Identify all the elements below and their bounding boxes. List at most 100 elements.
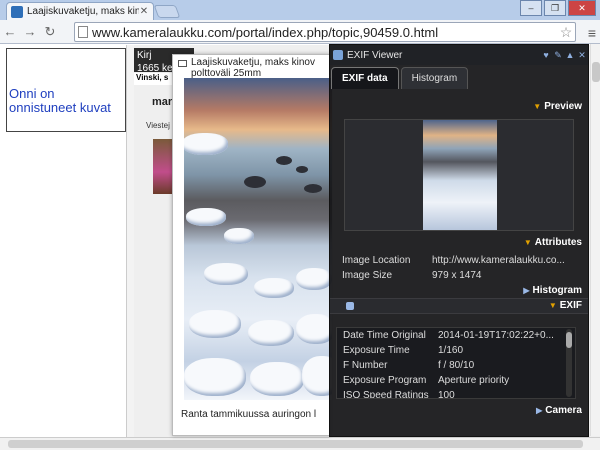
histogram-section-header[interactable]: ▶ Histogram (336, 285, 582, 299)
exif-data-list[interactable]: Date Time Original 2014-01-19T17:02:22+0.… (336, 327, 576, 399)
photo-snow-stone (186, 208, 226, 226)
exif-key: Date Time Original (343, 330, 426, 341)
exif-close-icon[interactable]: ✕ (576, 50, 588, 61)
attribute-key: Image Location (342, 255, 411, 266)
tab-title: Laajiskuvaketju, maks kinova (27, 6, 139, 17)
photo-snow-stone (250, 362, 304, 396)
attribute-row: Image Size 979 x 1474 (342, 270, 578, 281)
exif-title: EXIF Viewer (347, 49, 403, 61)
photo-snow-stone (204, 263, 248, 285)
exif-row: ISO Speed Ratings 100 (337, 388, 575, 399)
browser-titlebar: Laajiskuvaketju, maks kinova ✕ – ❐ ✕ (0, 0, 600, 20)
horizontal-scrollbar[interactable] (0, 437, 600, 450)
exif-section-title: ▼ EXIF (336, 300, 582, 314)
photo-snow-stone (254, 278, 294, 298)
poster-stats: Viestej (146, 121, 170, 130)
bookmark-star-icon[interactable]: ☆ (557, 24, 575, 41)
photo-rock (276, 156, 292, 165)
exif-viewer-panel: EXIF Viewer ♥ ✎ ▲ ✕ EXIF data Histogram … (329, 44, 589, 437)
window-close-button[interactable]: ✕ (568, 0, 596, 16)
exif-row: Date Time Original 2014-01-19T17:02:22+0.… (337, 328, 575, 343)
exif-value: 100 (438, 390, 455, 399)
photo-snow-stone (296, 314, 332, 344)
camera-label: Camera (545, 405, 582, 416)
histogram-label: Histogram (532, 285, 582, 296)
exif-value: 1/160 (438, 345, 464, 356)
warning-icon[interactable]: ▲ (564, 50, 576, 60)
tab-histogram[interactable]: Histogram (400, 67, 469, 89)
forward-arrow-icon[interactable]: → (20, 24, 40, 39)
site-favicon-icon (11, 5, 23, 18)
attribute-key: Image Size (342, 270, 393, 281)
preview-label: Preview (544, 101, 582, 112)
attribute-value[interactable]: http://www.kameralaukku.co... (432, 255, 578, 266)
lightbox-title: Laajiskuvaketju, maks kinov polttoväli 2… (191, 57, 315, 79)
winter-shore-photo[interactable] (184, 78, 332, 400)
exif-section-header[interactable]: ▼ EXIF (330, 298, 588, 314)
photo-snow-stone (189, 310, 241, 338)
exif-row: F Number f / 80/10 (337, 358, 575, 373)
photo-caption: Ranta tammikuussa auringon l (181, 409, 317, 420)
back-arrow-icon[interactable]: ← (0, 24, 20, 39)
ad-banner[interactable]: Onni on onnistuneet kuvat (6, 48, 126, 132)
exif-value: Aperture priority (438, 375, 510, 386)
expand-arrow-icon: ▶ (523, 286, 530, 295)
poster-name[interactable]: mar (152, 96, 172, 108)
exif-tab-strip: EXIF data Histogram (330, 65, 588, 89)
vertical-scrollbar[interactable] (590, 44, 600, 436)
tab-exif-data[interactable]: EXIF data (331, 67, 399, 89)
column-separator (126, 45, 134, 437)
exif-scroll-thumb[interactable] (566, 332, 572, 348)
photo-snow-stone (184, 133, 228, 155)
collapse-arrow-icon: ▼ (533, 102, 542, 111)
preview-section-header[interactable]: ▼ Preview (336, 101, 582, 115)
collapse-arrow-icon: ▼ (548, 301, 557, 310)
photo-snow-stone (296, 268, 332, 290)
minimize-button[interactable]: – (520, 0, 542, 16)
exif-key: F Number (343, 360, 388, 371)
reload-icon[interactable]: ↻ (40, 24, 60, 40)
exif-titlebar: EXIF Viewer ♥ ✎ ▲ ✕ (330, 45, 588, 65)
photo-snow-stone (302, 356, 332, 396)
expand-arrow-icon: ▶ (536, 406, 543, 415)
exif-key: Exposure Time (343, 345, 410, 356)
avatar[interactable] (153, 139, 173, 194)
exif-label: EXIF (559, 300, 582, 311)
photo-snow-stone (184, 358, 246, 396)
horizontal-scroll-thumb[interactable] (8, 440, 583, 448)
attributes-section-header[interactable]: ▼ Attributes (336, 237, 582, 251)
exif-value: f / 80/10 (438, 360, 475, 371)
exif-key: ISO Speed Ratings (343, 390, 429, 399)
address-bar[interactable]: www.kameralaukku.com/portal/index.php/to… (74, 22, 576, 42)
preview-thumbnail (423, 120, 497, 230)
window-icon (178, 60, 187, 67)
preview-box (344, 119, 574, 231)
banner-text: Onni on onnistuneet kuvat (9, 86, 111, 115)
camera-section-header[interactable]: ▶ Camera (336, 405, 582, 419)
photo-rock (244, 176, 266, 188)
page-icon (78, 26, 88, 38)
photo-rock (296, 166, 308, 173)
chrome-menu-icon[interactable]: ≡ (588, 25, 596, 41)
photo-snow-stone (248, 320, 294, 346)
wrench-icon[interactable]: ✎ (552, 50, 564, 61)
photo-rock (304, 184, 322, 193)
exif-list-scrollbar[interactable] (566, 329, 572, 397)
exif-app-icon (333, 50, 343, 60)
new-tab-button[interactable] (153, 5, 181, 18)
photo-snow-stone (224, 228, 254, 244)
vertical-scroll-thumb[interactable] (592, 62, 600, 82)
attributes-label: Attributes (534, 237, 582, 248)
browser-toolbar: ← → ↻ www.kameralaukku.com/portal/index.… (0, 20, 600, 44)
window-controls: – ❐ ✕ (518, 0, 596, 16)
browser-tab[interactable]: Laajiskuvaketju, maks kinova ✕ (6, 2, 154, 20)
maximize-button[interactable]: ❐ (544, 0, 566, 16)
attribute-value: 979 x 1474 (432, 270, 482, 281)
exif-value: 2014-01-19T17:02:22+0... (438, 330, 554, 341)
exif-row: Exposure Time 1/160 (337, 343, 575, 358)
url-text[interactable]: www.kameralaukku.com/portal/index.php/to… (92, 25, 557, 40)
attribute-row: Image Location http://www.kameralaukku.c… (342, 255, 578, 266)
heart-icon[interactable]: ♥ (540, 50, 552, 60)
tab-close-icon[interactable]: ✕ (139, 6, 149, 17)
exif-key: Exposure Program (343, 375, 427, 386)
